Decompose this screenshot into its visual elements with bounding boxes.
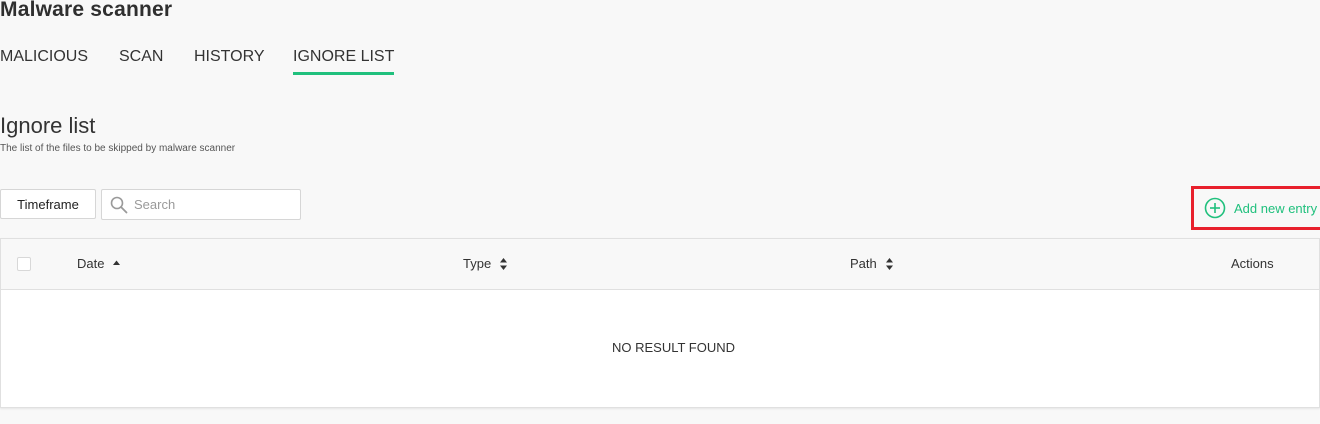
column-header-actions: Actions <box>1231 256 1274 271</box>
tab-ignore-list[interactable]: IGNORE LIST <box>293 48 395 75</box>
sort-ascending-icon <box>113 260 121 265</box>
empty-state-message: NO RESULT FOUND <box>611 340 736 355</box>
search-box <box>101 189 301 220</box>
add-new-entry-button[interactable]: Add new entry <box>1191 186 1320 230</box>
sort-both-icon <box>885 257 893 270</box>
column-label-path: Path <box>850 256 877 271</box>
column-label-date: Date <box>77 256 105 271</box>
plus-circle-icon <box>1204 197 1226 219</box>
timeframe-button[interactable]: Timeframe <box>0 189 96 219</box>
section-subtitle: The list of the files to be skipped by m… <box>0 143 236 154</box>
tab-scan[interactable]: SCAN <box>119 48 163 72</box>
column-label-type: Type <box>463 256 492 271</box>
column-label-actions: Actions <box>1231 256 1274 271</box>
page-title: Malware scanner <box>0 0 173 21</box>
select-all-checkbox[interactable] <box>17 257 31 271</box>
column-header-path[interactable]: Path <box>850 256 894 271</box>
column-header-date[interactable]: Date <box>77 256 121 271</box>
column-header-type[interactable]: Type <box>463 256 508 271</box>
add-new-entry-label: Add new entry <box>1234 200 1318 216</box>
tab-malicious[interactable]: MALICIOUS <box>0 48 88 72</box>
search-input[interactable] <box>134 190 294 219</box>
malware-scanner-page: Malware scanner MALICIOUS SCAN HISTORY I… <box>0 0 1320 424</box>
sort-both-icon <box>500 257 508 270</box>
section-title: Ignore list <box>0 113 96 138</box>
table-header: Date Type Path Actions <box>1 239 1319 290</box>
tab-history[interactable]: HISTORY <box>194 48 265 72</box>
search-icon <box>110 196 128 214</box>
ignore-list-table: Date Type Path Actions NO RESULT FOUND <box>0 238 1320 408</box>
